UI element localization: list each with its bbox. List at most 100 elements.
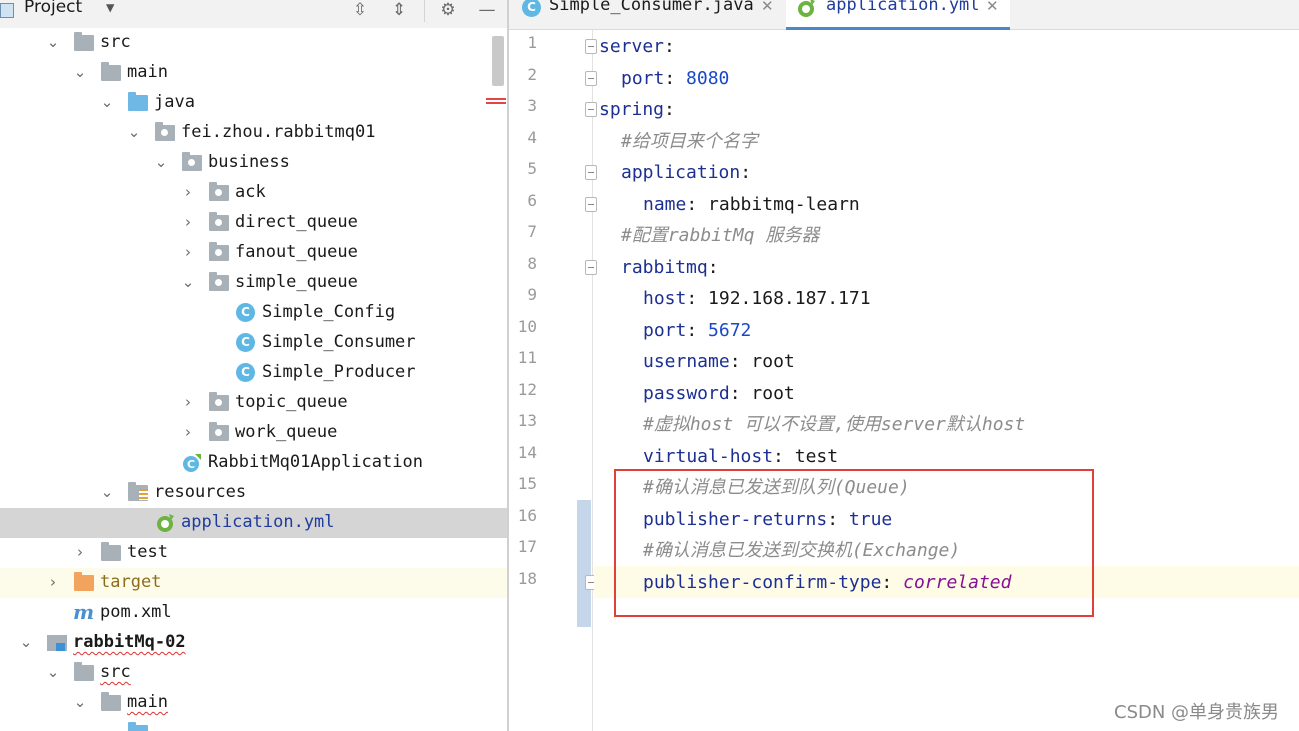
code-line[interactable]: password: root xyxy=(643,380,795,408)
fold-marker-icon[interactable] xyxy=(585,39,597,54)
tab-simple-consumer[interactable]: C Simple_Consumer.java ✕ xyxy=(509,0,785,30)
tree-node-pom-xml[interactable]: m pom.xml xyxy=(0,598,507,628)
fold-marker-icon[interactable] xyxy=(585,102,597,117)
collapse-all-icon[interactable]: ⇕ xyxy=(388,0,410,23)
tree-node-ack[interactable]: › ack xyxy=(0,178,507,208)
tree-node-business[interactable]: ⌄ business xyxy=(0,148,507,178)
tree-node-rabbitmq-02[interactable]: ⌄ rabbitMq-02 xyxy=(0,628,507,658)
code-line[interactable]: port: 5672 xyxy=(643,317,751,345)
tree-node-simple-producer[interactable]: C Simple_Producer xyxy=(0,358,507,388)
collapse-arrow-icon[interactable]: › xyxy=(180,418,196,446)
yaml-key: password xyxy=(643,382,730,404)
tree-node-simple-consumer[interactable]: C Simple_Consumer xyxy=(0,328,507,358)
code-line[interactable]: name: rabbitmq-learn xyxy=(643,191,860,219)
tree-node-src[interactable]: ⌄ src xyxy=(0,28,507,58)
collapse-arrow-icon[interactable]: › xyxy=(180,388,196,416)
tree-node-resources[interactable]: ⌄ resources xyxy=(0,478,507,508)
expand-arrow-icon[interactable]: ⌄ xyxy=(72,688,88,716)
tree-node-java[interactable]: ⌄ java xyxy=(0,88,507,118)
expand-arrow-icon[interactable]: ⌄ xyxy=(153,148,169,176)
code-line[interactable]: application: xyxy=(621,159,751,187)
tree-node-label: work_queue xyxy=(235,422,338,442)
tree-node-rabbitmq01-application[interactable]: C RabbitMq01Application xyxy=(0,448,507,478)
tree-scrollbar[interactable] xyxy=(492,36,504,86)
collapse-arrow-icon[interactable]: › xyxy=(180,178,196,206)
code-line[interactable]: rabbitmq: xyxy=(621,254,719,282)
package-icon xyxy=(155,122,175,141)
code-line[interactable]: spring: xyxy=(599,96,675,124)
yaml-key: username xyxy=(643,351,730,372)
fold-marker-icon[interactable] xyxy=(585,196,597,212)
tree-node-main-02[interactable]: ⌄ main xyxy=(0,688,507,718)
tree-node-label: pom.xml xyxy=(100,602,172,622)
code-line[interactable]: #虚拟host 可以不设置,使用server默认host xyxy=(643,411,1025,439)
expand-arrow-icon[interactable]: ⌄ xyxy=(72,58,88,86)
tree-node-fanout-queue[interactable]: › fanout_queue xyxy=(0,238,507,268)
tree-node-application-yml[interactable]: application.yml xyxy=(0,508,507,538)
line-number: 1 xyxy=(527,33,537,52)
tree-node-package-root[interactable]: ⌄ fei.zhou.rabbitmq01 xyxy=(0,118,507,148)
tree-node-test[interactable]: › test xyxy=(0,538,507,568)
line-number: 6 xyxy=(527,190,537,210)
tree-node-label: application.yml xyxy=(181,512,335,532)
collapse-arrow-icon[interactable]: › xyxy=(45,568,61,596)
gear-icon[interactable]: ⚙ xyxy=(437,0,459,23)
yaml-key: spring xyxy=(599,99,665,120)
tree-node-label: ack xyxy=(235,182,266,202)
yaml-key: virtual-host xyxy=(643,445,774,467)
svg-text:C: C xyxy=(187,458,195,471)
code-line[interactable]: username: root xyxy=(643,348,795,376)
tree-node-topic-queue[interactable]: › topic_queue xyxy=(0,388,507,418)
tab-label: application.yml xyxy=(826,0,980,15)
tree-node-target[interactable]: › target xyxy=(0,568,507,598)
hide-panel-icon[interactable]: — xyxy=(476,0,498,23)
fold-marker-icon[interactable] xyxy=(585,70,597,86)
source-folder-icon xyxy=(128,92,148,111)
collapse-arrow-icon[interactable]: › xyxy=(72,538,88,566)
fold-marker-icon[interactable] xyxy=(585,259,597,275)
expand-arrow-icon[interactable]: ⌄ xyxy=(18,628,34,656)
code-line[interactable]: #给项目来个名字 xyxy=(621,128,758,156)
line-number: 16 xyxy=(517,505,537,525)
tree-node-main[interactable]: ⌄ main xyxy=(0,58,507,88)
expand-arrow-icon[interactable]: ⌄ xyxy=(99,88,115,116)
expand-arrow-icon[interactable]: ⌄ xyxy=(45,658,61,686)
project-view-selector[interactable]: Project xyxy=(24,0,82,17)
collapse-arrow-icon[interactable]: › xyxy=(180,238,196,266)
code-line[interactable]: host: 192.168.187.171 xyxy=(643,285,871,313)
expand-arrow-icon[interactable]: ⌄ xyxy=(99,718,115,731)
collapse-arrow-icon[interactable]: › xyxy=(180,208,196,236)
module-icon xyxy=(47,635,67,651)
yaml-comment: #给项目来个名字 xyxy=(621,130,758,152)
yaml-key: port xyxy=(621,67,665,89)
vcs-change-marker[interactable] xyxy=(577,500,591,627)
code-line[interactable]: port: 8080 xyxy=(621,65,729,93)
expand-arrow-icon[interactable]: ⌄ xyxy=(126,118,142,146)
code-line[interactable]: #配置rabbitMq 服务器 xyxy=(621,222,819,250)
expand-arrow-icon[interactable]: ⌄ xyxy=(180,268,196,296)
folder-icon xyxy=(101,62,121,81)
code-line[interactable]: virtual-host: test xyxy=(643,443,838,471)
expand-arrow-icon[interactable]: ⌄ xyxy=(99,478,115,506)
editor-gutter[interactable]: 1 2 3 4 5 6 7 8 9 10 11 12 13 14 15 16 17 18 xyxy=(509,30,597,731)
error-stripe-marker[interactable] xyxy=(486,98,506,105)
tab-label: Simple_Consumer.java xyxy=(549,0,754,15)
close-icon[interactable]: ✕ xyxy=(986,0,999,15)
tree-node-simple-queue[interactable]: ⌄ simple_queue xyxy=(0,268,507,298)
tree-node-src-02[interactable]: ⌄ src xyxy=(0,658,507,688)
tree-node-direct-queue[interactable]: › direct_queue xyxy=(0,208,507,238)
yaml-comment: #虚拟host 可以不设置,使用server默认host xyxy=(643,414,1026,435)
chevron-down-icon[interactable]: ▼ xyxy=(106,0,114,16)
expand-arrow-icon[interactable]: ⌄ xyxy=(45,28,61,56)
tab-application-yml[interactable]: application.yml ✕ xyxy=(786,0,1010,30)
tree-node-work-queue[interactable]: › work_queue xyxy=(0,418,507,448)
yaml-colon: : xyxy=(664,36,675,57)
tree-node-label: rabbitMq-02 xyxy=(73,632,186,652)
fold-marker-icon[interactable] xyxy=(585,165,597,180)
yaml-key: rabbitmq xyxy=(621,256,708,278)
line-number: 12 xyxy=(517,379,537,399)
tree-node-simple-config[interactable]: C Simple_Config xyxy=(0,298,507,328)
close-icon[interactable]: ✕ xyxy=(761,0,774,15)
expand-all-icon[interactable]: ⇳ xyxy=(349,0,371,23)
code-line[interactable]: server: xyxy=(599,33,675,61)
